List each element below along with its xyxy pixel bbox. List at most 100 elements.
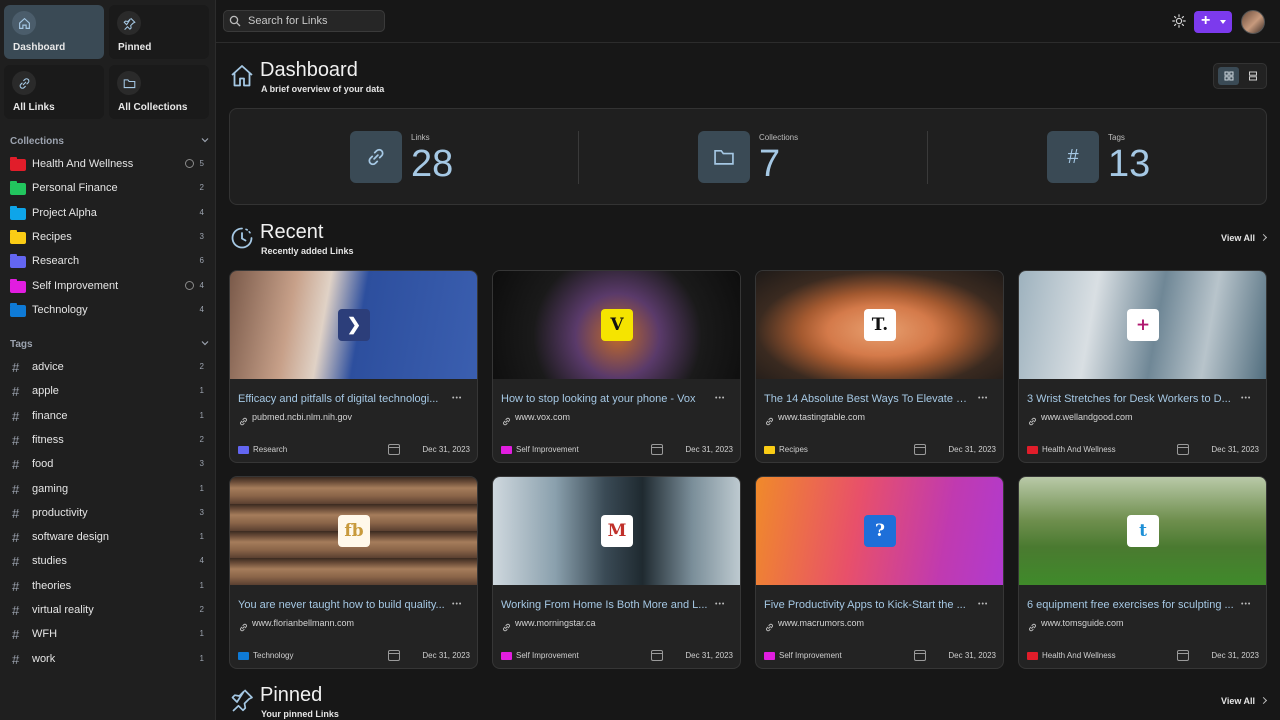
link-title[interactable]: 6 equipment free exercises for sculpting… xyxy=(1027,599,1235,611)
hash-icon: # xyxy=(12,651,20,667)
link-card[interactable]: fb You are never taught how to build qual… xyxy=(229,476,478,669)
link-collection[interactable]: Research xyxy=(253,445,287,454)
stat-tags[interactable]: # Tags 13 xyxy=(1047,131,1280,185)
link-card-footer: Technology Dec 31, 2023 xyxy=(238,650,470,663)
link-title[interactable]: Five Productivity Apps to Kick-Start the… xyxy=(764,599,972,611)
nav-all-collections[interactable]: All Collections xyxy=(109,65,209,119)
sidebar-tag-item[interactable]: # virtual reality 2 xyxy=(12,602,206,622)
sidebar-tag-item[interactable]: # work 1 xyxy=(12,651,206,671)
divider xyxy=(578,131,579,184)
more-options-icon[interactable]: ••• xyxy=(452,395,462,402)
link-url[interactable]: www.wellandgood.com xyxy=(1041,412,1133,422)
list-view-button[interactable] xyxy=(1242,67,1263,85)
link-title[interactable]: The 14 Absolute Best Ways To Elevate Fr.… xyxy=(764,393,972,405)
folder-icon xyxy=(10,181,26,196)
hash-icon: # xyxy=(12,457,20,473)
link-card-footer: Self Improvement Dec 31, 2023 xyxy=(764,650,996,663)
link-url[interactable]: www.vox.com xyxy=(515,412,570,422)
sidebar-tag-item[interactable]: # productivity 3 xyxy=(12,505,206,525)
link-collection[interactable]: Health And Wellness xyxy=(1042,651,1116,660)
more-options-icon[interactable]: ••• xyxy=(1241,395,1251,402)
sidebar-tag-item[interactable]: # gaming 1 xyxy=(12,481,206,501)
link-url[interactable]: www.tomsguide.com xyxy=(1041,618,1124,628)
sidebar-tag-item[interactable]: # studies 4 xyxy=(12,553,206,573)
link-collection[interactable]: Self Improvement xyxy=(516,651,579,660)
sidebar-collection-item[interactable]: Research 6 xyxy=(10,253,206,273)
link-title[interactable]: You are never taught how to build qualit… xyxy=(238,599,446,611)
link-title[interactable]: 3 Wrist Stretches for Desk Workers to D.… xyxy=(1027,393,1235,405)
calendar-icon xyxy=(651,650,663,661)
link-card[interactable]: t 6 equipment free exercises for sculptin… xyxy=(1018,476,1267,669)
sidebar-tag-item[interactable]: # WFH 1 xyxy=(12,626,206,646)
recent-view-all[interactable]: View All xyxy=(1221,233,1268,243)
link-collection[interactable]: Recipes xyxy=(779,445,808,454)
link-icon xyxy=(12,71,36,95)
search-box[interactable] xyxy=(223,10,385,32)
link-collection[interactable]: Health And Wellness xyxy=(1042,445,1116,454)
sidebar-tag-item[interactable]: # finance 1 xyxy=(12,408,206,428)
link-url[interactable]: www.florianbellmann.com xyxy=(252,618,354,628)
add-button[interactable]: + xyxy=(1194,11,1232,33)
sidebar-tag-item[interactable]: # advice 2 xyxy=(12,359,206,379)
collection-count: 4 xyxy=(199,280,204,290)
link-card[interactable]: +3 Wrist Stretches for Desk Workers to D… xyxy=(1018,270,1267,463)
search-input[interactable] xyxy=(248,14,380,28)
recent-subtitle: Recently added Links xyxy=(261,246,354,256)
link-collection[interactable]: Technology xyxy=(253,651,293,660)
link-collection[interactable]: Self Improvement xyxy=(779,651,842,660)
folder-icon xyxy=(764,652,775,660)
nav-pinned[interactable]: Pinned xyxy=(109,5,209,59)
sidebar-tag-item[interactable]: # food 3 xyxy=(12,456,206,476)
more-options-icon[interactable]: ••• xyxy=(715,395,725,402)
link-card-footer: Recipes Dec 31, 2023 xyxy=(764,444,996,457)
link-date: Dec 31, 2023 xyxy=(685,445,733,454)
link-card[interactable]: ? Five Productivity Apps to Kick-Start th… xyxy=(755,476,1004,669)
link-collection[interactable]: Self Improvement xyxy=(516,445,579,454)
link-url[interactable]: www.macrumors.com xyxy=(778,618,864,628)
link-url[interactable]: pubmed.ncbi.nlm.nih.gov xyxy=(252,412,352,422)
link-card[interactable]: T. The 14 Absolute Best Ways To Elevate F… xyxy=(755,270,1004,463)
collection-count: 4 xyxy=(199,304,204,314)
sidebar-collection-item[interactable]: Health And Wellness 5 xyxy=(10,156,206,176)
stat-collections[interactable]: Collections 7 xyxy=(698,131,1028,185)
sun-icon[interactable] xyxy=(1172,14,1186,28)
recent-title: Recent xyxy=(260,221,324,243)
link-title[interactable]: How to stop looking at your phone - Vox xyxy=(501,393,709,405)
more-options-icon[interactable]: ••• xyxy=(978,601,988,608)
pinned-view-all[interactable]: View All xyxy=(1221,696,1268,706)
link-card[interactable]: ❯ Efficacy and pitfalls of digital techno… xyxy=(229,270,478,463)
link-url[interactable]: www.morningstar.ca xyxy=(515,618,596,628)
link-title[interactable]: Efficacy and pitfalls of digital technol… xyxy=(238,393,446,405)
tag-name: software design xyxy=(32,531,110,544)
link-card[interactable]: M Working From Home Is Both More and L...… xyxy=(492,476,741,669)
nav-all-links[interactable]: All Links xyxy=(4,65,104,119)
sidebar-tag-item[interactable]: # theories 1 xyxy=(12,578,206,598)
sidebar-tag-item[interactable]: # software design 1 xyxy=(12,529,206,549)
sidebar-tag-item[interactable]: # fitness 2 xyxy=(12,432,206,452)
link-card[interactable]: V How to stop looking at your phone - Vox… xyxy=(492,270,741,463)
tag-name: fitness xyxy=(32,433,64,446)
sidebar-collection-item[interactable]: Technology 4 xyxy=(10,302,206,322)
tag-count: 1 xyxy=(199,653,204,663)
collections-header[interactable]: Collections xyxy=(10,136,210,147)
link-preview-image: t xyxy=(1019,477,1266,585)
nav-dashboard[interactable]: Dashboard xyxy=(4,5,104,59)
sidebar-collection-item[interactable]: Recipes 3 xyxy=(10,229,206,249)
link-preview-image: M xyxy=(493,477,740,585)
sidebar-collection-item[interactable]: Personal Finance 2 xyxy=(10,180,206,200)
sidebar-collection-item[interactable]: Self Improvement 4 xyxy=(10,278,206,298)
sidebar-collection-item[interactable]: Project Alpha 4 xyxy=(10,205,206,225)
tags-header[interactable]: Tags xyxy=(10,339,210,350)
grid-view-button[interactable] xyxy=(1218,67,1239,85)
more-options-icon[interactable]: ••• xyxy=(1241,601,1251,608)
avatar[interactable] xyxy=(1241,10,1265,34)
sidebar-tag-item[interactable]: # apple 1 xyxy=(12,383,206,403)
link-url[interactable]: www.tastingtable.com xyxy=(778,412,865,422)
more-options-icon[interactable]: ••• xyxy=(452,601,462,608)
link-title[interactable]: Working From Home Is Both More and L... xyxy=(501,599,709,611)
more-options-icon[interactable]: ••• xyxy=(715,601,725,608)
stat-links[interactable]: Links 28 xyxy=(350,131,680,185)
more-options-icon[interactable]: ••• xyxy=(978,395,988,402)
folder-icon xyxy=(1027,446,1038,454)
pinned-subtitle: Your pinned Links xyxy=(261,709,339,719)
